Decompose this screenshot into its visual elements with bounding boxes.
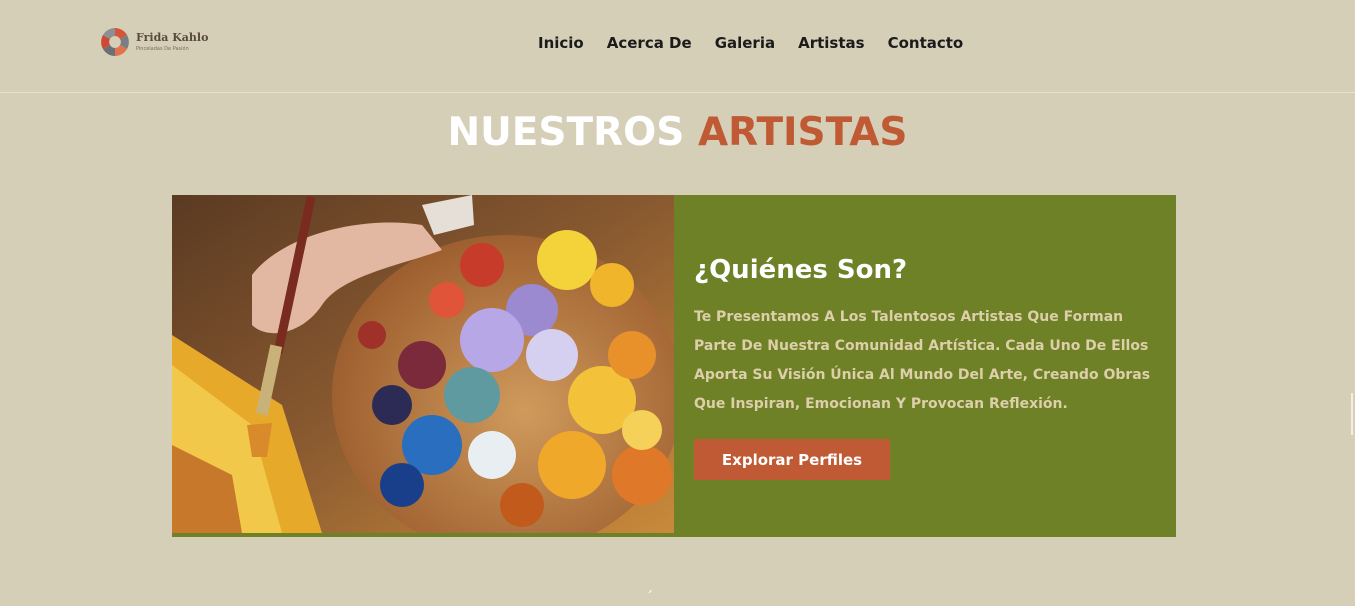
artists-intro-card: ¿Quiénes Son? Te Presentamos A Los Talen… [172,195,1176,537]
footer-accent-glyph: ´ [646,590,653,606]
artists-intro-content: ¿Quiénes Son? Te Presentamos A Los Talen… [694,255,1154,480]
page-title: NUESTROS ARTISTAS [0,110,1355,155]
site-header: Frida Kahlo Pinceladas De Pasión Inicio … [0,0,1355,93]
scroll-edge-indicator [1351,393,1353,435]
brand-name: Frida Kahlo [136,31,209,44]
explore-profiles-button[interactable]: Explorar Perfiles [694,439,890,480]
page-title-part1: NUESTROS [447,110,685,155]
nav-link-artistas[interactable]: Artistas [798,34,864,52]
brand-logo[interactable]: Frida Kahlo Pinceladas De Pasión [98,26,228,60]
nav-link-inicio[interactable]: Inicio [538,34,584,52]
palette-illustration-icon [172,195,674,533]
main-nav: Inicio Acerca De Galeria Artistas Contac… [538,34,986,52]
card-description: Te Presentamos A Los Talentosos Artistas… [694,309,1151,412]
nav-link-galeria[interactable]: Galeria [715,34,775,52]
aperture-logo-icon [101,28,129,56]
brand-tagline: Pinceladas De Pasión [136,46,189,52]
paint-palette-image [172,195,674,533]
nav-link-acerca-de[interactable]: Acerca De [607,34,692,52]
page-title-part2: ARTISTAS [697,110,908,155]
card-heading: ¿Quiénes Son? [694,255,908,285]
nav-link-contacto[interactable]: Contacto [888,34,964,52]
